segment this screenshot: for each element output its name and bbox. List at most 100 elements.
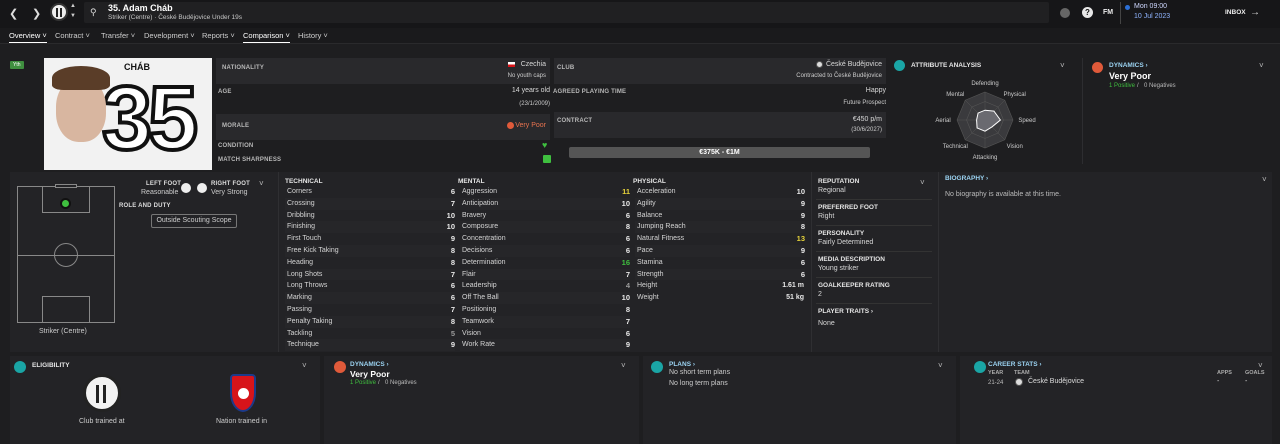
dynamics-title[interactable]: DYNAMICS › (350, 361, 389, 368)
attribute-row[interactable]: Aggression 11 (460, 186, 630, 198)
attribute-row[interactable]: Bravery 6 (460, 210, 630, 222)
right-foot-icon (197, 183, 207, 193)
tab-development[interactable]: Development ˅ (144, 31, 195, 40)
attribute-row[interactable]: Marking 6 (285, 292, 455, 304)
club-crest-small-icon (816, 61, 823, 68)
help-icon[interactable]: ? (1082, 7, 1093, 18)
attribute-row[interactable]: Natural Fitness 13 (635, 233, 805, 245)
goalkeeper-rating-label: GOALKEEPER RATING (818, 282, 890, 289)
attribute-row[interactable]: Anticipation 10 (460, 197, 630, 210)
chevron-down-icon[interactable]: ˅ (259, 179, 264, 188)
attribute-row[interactable]: Passing 7 (285, 304, 455, 316)
dynamics-positive: 1 Positive (350, 380, 377, 386)
attribute-row[interactable]: Positioning 8 (460, 304, 630, 316)
attribute-value: 6 (450, 293, 455, 303)
scouting-scope-button[interactable]: Outside Scouting Scope (151, 214, 237, 228)
tab-overview[interactable]: Overview ˅ (9, 31, 47, 43)
value-bar[interactable]: €375K - €1M (569, 147, 870, 158)
plans-title[interactable]: PLANS › (669, 361, 695, 368)
chevron-down-icon[interactable]: ˅ (1258, 361, 1263, 370)
position-marker[interactable] (60, 198, 71, 209)
chevron-down-icon[interactable]: ˅ (1060, 61, 1065, 70)
chevron-down-icon[interactable]: ˅ (302, 361, 307, 370)
mental-title: MENTAL (458, 178, 485, 185)
tab-contract[interactable]: Contract ˅ (55, 31, 90, 40)
club-crest-icon[interactable] (50, 3, 68, 21)
trophy-icon[interactable] (1060, 8, 1070, 18)
chevron-down-icon[interactable]: ▼ (70, 13, 76, 19)
chevron-down-icon[interactable]: ˅ (1259, 61, 1264, 70)
career-year: 21-24 (988, 380, 1004, 386)
tab-history[interactable]: History ˅ (298, 31, 328, 40)
attribute-row[interactable]: Dribbling 10 (285, 210, 455, 222)
tab-transfer[interactable]: Transfer ˅ (101, 31, 135, 40)
player-traits-label[interactable]: PLAYER TRAITS › (818, 308, 873, 315)
right-foot-value: Very Strong (211, 189, 248, 196)
career-stats-title[interactable]: CAREER STATS › (988, 361, 1042, 368)
position-label: Striker (Centre) (39, 328, 87, 335)
attribute-row[interactable]: Finishing 10 (285, 221, 455, 234)
attribute-row[interactable]: Vision 6 (460, 328, 630, 340)
dynamics-title[interactable]: DYNAMICS › (1109, 62, 1148, 69)
attribute-name: Teamwork (462, 317, 494, 325)
attribute-row[interactable]: Teamwork 7 (460, 315, 630, 328)
attribute-row[interactable]: Crossing 7 (285, 197, 455, 210)
career-apps: - (1217, 378, 1220, 385)
attribute-name: Vision (462, 329, 481, 337)
club-trained-label: Club trained at (79, 418, 125, 425)
biography-title[interactable]: BIOGRAPHY › (945, 175, 988, 182)
continue-arrow-icon[interactable]: → (1250, 7, 1260, 18)
attribute-row[interactable]: Jumping Reach 8 (635, 221, 805, 234)
attribute-row[interactable]: Long Shots 7 (285, 268, 455, 281)
attribute-row[interactable]: Flair 7 (460, 268, 630, 281)
attribute-row[interactable]: Work Rate 9 (460, 339, 630, 352)
morale-value[interactable]: Very Poor (515, 122, 546, 129)
attribute-row[interactable]: Long Throws 6 (285, 280, 455, 292)
attribute-row[interactable]: Pace 9 (635, 245, 805, 257)
pitch-diagram[interactable] (17, 184, 115, 323)
attribute-row[interactable]: Corners 6 (285, 186, 455, 198)
back-arrow-icon[interactable]: ❮ (9, 7, 18, 20)
attribute-row[interactable]: Off The Ball 10 (460, 292, 630, 304)
attribute-row[interactable]: Balance 9 (635, 210, 805, 222)
tab-comparison[interactable]: Comparison ˅ (243, 31, 290, 43)
role-label: ROLE AND DUTY (119, 203, 171, 209)
chevron-down-icon[interactable]: ˅ (938, 361, 943, 370)
attribute-row[interactable]: Agility 9 (635, 197, 805, 210)
attribute-name: First Touch (287, 235, 322, 243)
attribute-row[interactable]: Technique 9 (285, 339, 455, 352)
attribute-row[interactable]: Penalty Taking 8 (285, 315, 455, 328)
attribute-row[interactable]: Concentration 6 (460, 233, 630, 245)
attribute-name: Off The Ball (462, 294, 499, 302)
nation-trained-crest-icon[interactable] (230, 374, 256, 412)
chevron-down-icon[interactable]: ˅ (621, 361, 626, 370)
tab-reports[interactable]: Reports ˅ (202, 31, 235, 40)
attribute-row[interactable]: Decisions 6 (460, 245, 630, 257)
inbox-button[interactable]: INBOX (1225, 9, 1246, 16)
search-icon[interactable]: ⚲ (90, 7, 97, 18)
career-team[interactable]: České Budějovice (1028, 378, 1084, 385)
attribute-row[interactable]: Strength 6 (635, 268, 805, 281)
nationality-value[interactable]: Czechia (521, 61, 546, 68)
attribute-row[interactable]: Determination 16 (460, 257, 630, 269)
dynamics-icon (1092, 62, 1103, 73)
attribute-row[interactable]: Stamina 6 (635, 257, 805, 269)
chevron-down-icon[interactable]: ˅ (1262, 175, 1267, 184)
date-widget[interactable]: Mon 09:00 10 Jul 2023 (1120, 2, 1200, 24)
chevron-up-icon[interactable]: ▲ (70, 3, 76, 9)
fm-menu-button[interactable]: FM (1103, 9, 1113, 16)
attribute-row[interactable]: Free Kick Taking 8 (285, 245, 455, 257)
club-value[interactable]: České Budějovice (826, 61, 882, 68)
attribute-row[interactable]: Heading 8 (285, 257, 455, 269)
forward-arrow-icon[interactable]: ❯ (32, 7, 41, 20)
attribute-row[interactable]: First Touch 9 (285, 233, 455, 245)
attribute-row[interactable]: Composure 8 (460, 221, 630, 234)
attribute-row[interactable]: Acceleration 10 (635, 186, 805, 198)
attribute-row[interactable]: Leadership 4 (460, 280, 630, 292)
attribute-value: 9 (450, 234, 455, 244)
attribute-name: Aggression (462, 188, 498, 195)
club-trained-crest-icon[interactable] (83, 374, 121, 412)
divider (811, 172, 812, 352)
chevron-down-icon[interactable]: ˅ (920, 178, 925, 187)
attribute-row[interactable]: Tackling 5 (285, 328, 455, 340)
